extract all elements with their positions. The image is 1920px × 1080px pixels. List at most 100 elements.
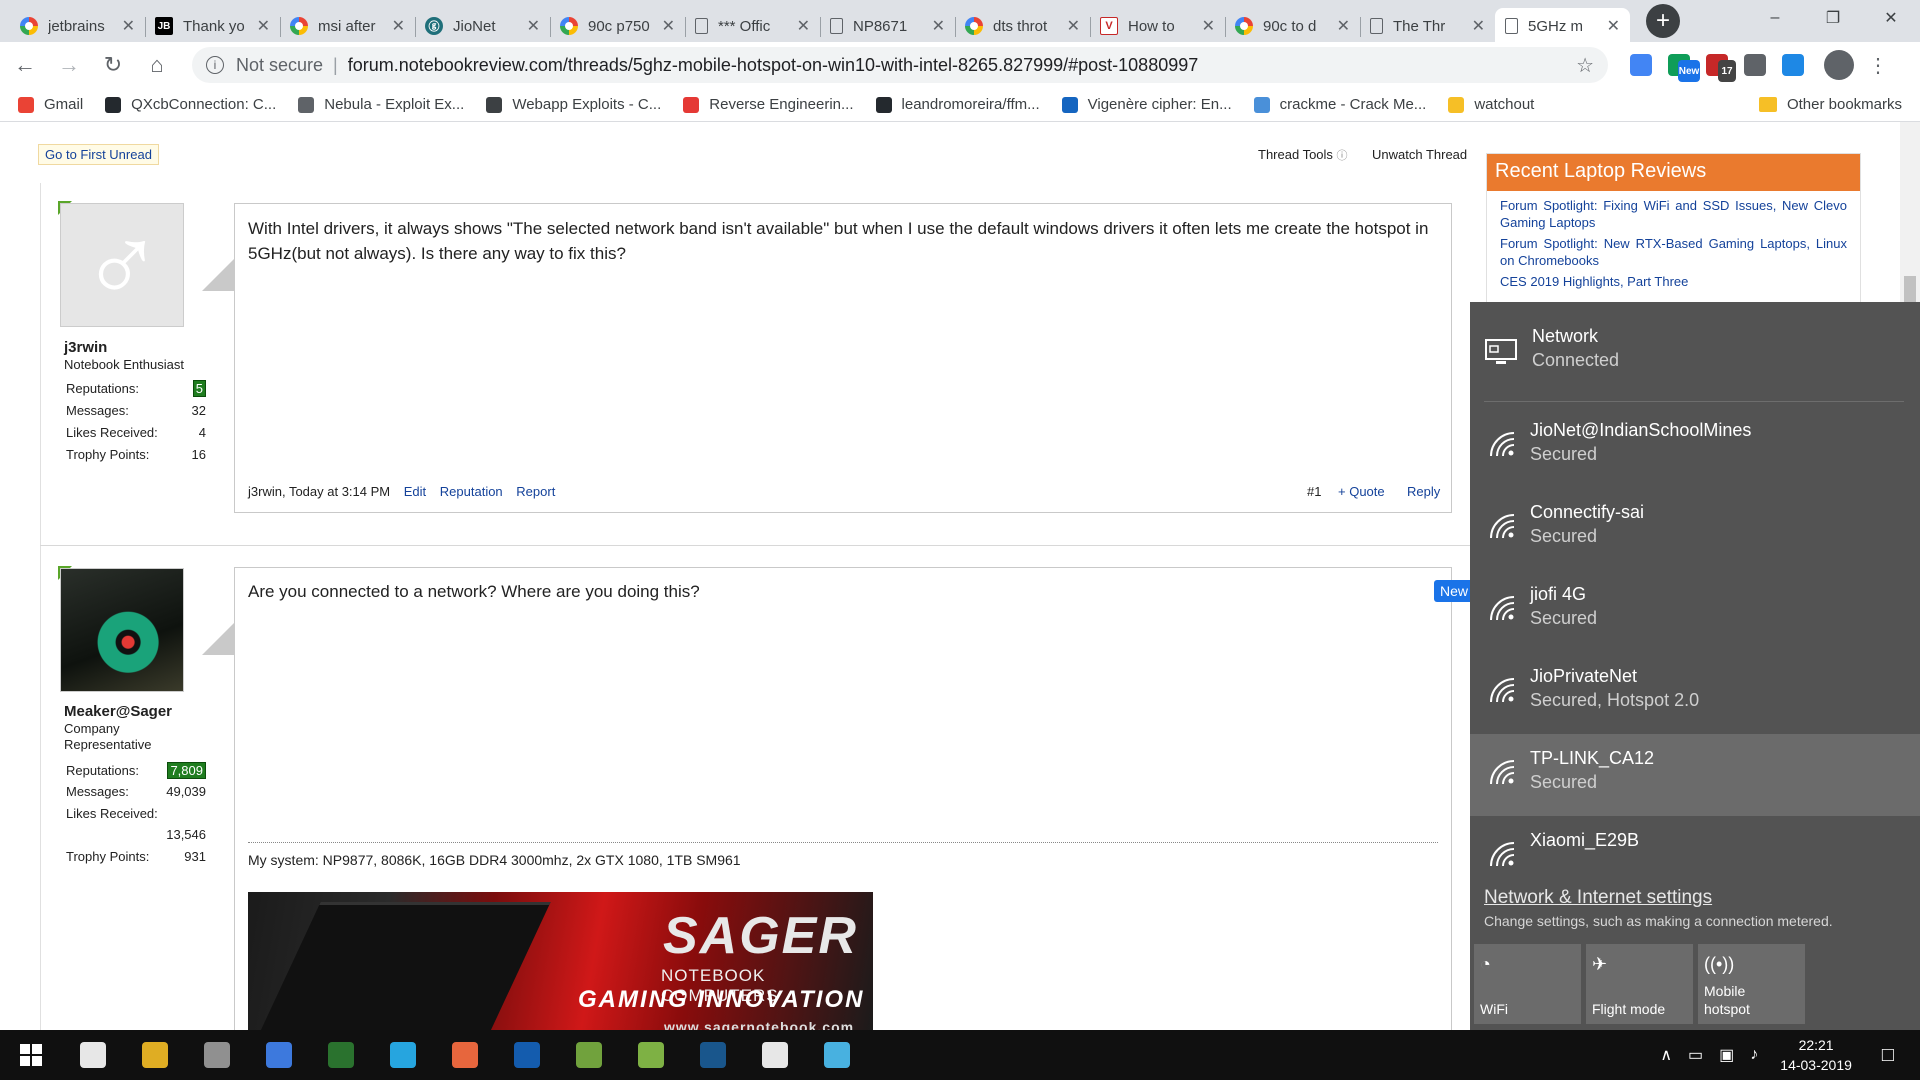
tab-close-icon[interactable]: ✕: [257, 16, 270, 36]
bookmark-item[interactable]: Vigenère cipher: En...: [1061, 96, 1232, 113]
bookmark-item[interactable]: watchout: [1448, 96, 1534, 113]
forward-button[interactable]: →: [50, 46, 88, 84]
info-icon[interactable]: i: [206, 56, 224, 74]
wifi-toggle-button[interactable]: ◔ WiFi: [1474, 944, 1581, 1024]
android-studio-taskbar-button[interactable]: [558, 1030, 620, 1080]
steam-taskbar-button[interactable]: [682, 1030, 744, 1080]
tab-close-icon[interactable]: ✕: [1472, 16, 1485, 36]
browser-tab[interactable]: msi after ✕: [280, 8, 415, 44]
edit-link[interactable]: Edit: [404, 484, 426, 499]
outlook-taskbar-button[interactable]: [496, 1030, 558, 1080]
wifi-network-item[interactable]: TP-LINK_CA12 Secured: [1470, 734, 1920, 816]
review-link[interactable]: Forum Spotlight: Fixing WiFi and SSD Iss…: [1487, 197, 1860, 231]
task-view-taskbar-button[interactable]: [62, 1030, 124, 1080]
earth-taskbar-button[interactable]: [310, 1030, 372, 1080]
report-link[interactable]: Report: [516, 484, 555, 499]
wifi-network-item[interactable]: Connectify-sai Secured: [1470, 488, 1920, 570]
tab-close-icon[interactable]: ✕: [1067, 16, 1080, 36]
reputation-link[interactable]: Reputation: [440, 484, 503, 499]
avatar[interactable]: [60, 568, 184, 692]
browser-tab[interactable]: NP8671 ✕: [820, 8, 955, 44]
reload-button[interactable]: ↻: [94, 46, 132, 84]
home-button[interactable]: ⌂: [138, 46, 176, 84]
file-explorer-taskbar-button[interactable]: [124, 1030, 186, 1080]
restore-button[interactable]: ❐: [1804, 0, 1862, 36]
browser-tab[interactable]: The Thr ✕: [1360, 8, 1495, 44]
bookmark-item[interactable]: Nebula - Exploit Ex...: [298, 96, 464, 113]
tab-close-icon[interactable]: ✕: [797, 16, 810, 36]
thread-tools-menu[interactable]: Thread Tools ⓘ: [1258, 147, 1348, 163]
tab-close-icon[interactable]: ✕: [527, 16, 540, 36]
close-window-button[interactable]: ✕: [1862, 0, 1920, 36]
flight-mode-button[interactable]: ✈ Flight mode: [1586, 944, 1693, 1024]
review-link[interactable]: Forum Spotlight: New RTX-Based Gaming La…: [1487, 235, 1860, 269]
store-taskbar-button[interactable]: [186, 1030, 248, 1080]
bookmark-item[interactable]: crackme - Crack Me...: [1253, 96, 1426, 113]
wifi-network-item[interactable]: Xiaomi_E29B: [1470, 816, 1920, 898]
volume-icon[interactable]: ♪: [1750, 1046, 1758, 1064]
start-button[interactable]: [0, 1030, 62, 1080]
menu-kebab-icon[interactable]: ⋮: [1868, 53, 1888, 78]
browser-tab[interactable]: ⓖ JioNet ✕: [415, 8, 550, 44]
browser-tab[interactable]: V How to ✕: [1090, 8, 1225, 44]
tab-close-icon[interactable]: ✕: [1202, 16, 1215, 36]
bookmark-item[interactable]: Gmail: [18, 96, 83, 113]
username[interactable]: Meaker@Sager: [64, 703, 172, 720]
ublock-extension-icon[interactable]: 17: [1706, 54, 1736, 82]
browser-tab[interactable]: dts throt ✕: [955, 8, 1090, 44]
browser-tab[interactable]: 90c p750 ✕: [550, 8, 685, 44]
reputation-value[interactable]: 5: [192, 380, 206, 397]
unwatch-thread-link[interactable]: Unwatch Thread: [1372, 147, 1467, 162]
connected-network[interactable]: Network Connected: [1470, 302, 1920, 402]
reply-label[interactable]: Reply: [1407, 484, 1440, 499]
tab-close-icon[interactable]: ✕: [932, 16, 945, 36]
dots-extension-icon[interactable]: [1744, 54, 1766, 76]
network-app-taskbar-button[interactable]: [372, 1030, 434, 1080]
wifi-network-item[interactable]: JioPrivateNet Secured, Hotspot 2.0: [1470, 652, 1920, 734]
clock[interactable]: 22:21 14-03-2019: [1780, 1035, 1852, 1075]
address-bar[interactable]: i Not secure | forum.notebookreview.com/…: [192, 47, 1608, 83]
new-tab-button[interactable]: +: [1646, 4, 1680, 38]
tab-close-icon[interactable]: ✕: [1337, 16, 1350, 36]
settings-taskbar-button[interactable]: [744, 1030, 806, 1080]
chrome-taskbar-button[interactable]: [248, 1030, 310, 1080]
bookmark-star-icon[interactable]: ☆: [1576, 53, 1594, 78]
first-unread-button[interactable]: Go to First Unread: [38, 144, 159, 165]
network-settings-link[interactable]: Network & Internet settings: [1484, 887, 1712, 909]
bookmark-item[interactable]: Webapp Exploits - C...: [486, 96, 661, 113]
bookmark-item[interactable]: QXcbConnection: C...: [105, 96, 276, 113]
tab-close-icon[interactable]: ✕: [1607, 16, 1620, 36]
bookmark-item[interactable]: leandromoreira/ffm...: [875, 96, 1040, 113]
translate-extension-icon[interactable]: [1630, 54, 1652, 76]
browser-tab[interactable]: 5GHz m ✕: [1495, 8, 1630, 44]
post-number[interactable]: #1: [1307, 484, 1321, 499]
quote-link[interactable]: + Quote: [1338, 484, 1385, 499]
minimize-button[interactable]: –: [1746, 0, 1804, 36]
battery-icon[interactable]: ▭: [1688, 1045, 1703, 1065]
tab-close-icon[interactable]: ✕: [392, 16, 405, 36]
avatar[interactable]: ♂: [60, 203, 184, 327]
sager-banner[interactable]: SAGER NOTEBOOK COMPUTERS GAMING INNOVATI…: [248, 892, 873, 1031]
profile-avatar[interactable]: [1824, 50, 1854, 80]
action-center-icon[interactable]: □: [1882, 1044, 1894, 1067]
browser-tab[interactable]: JB Thank yo ✕: [145, 8, 280, 44]
bookmark-item[interactable]: Reverse Engineerin...: [683, 96, 854, 113]
reputation-value[interactable]: 7,809: [167, 762, 206, 779]
other-bookmarks[interactable]: Other bookmarks: [1758, 96, 1902, 113]
review-link[interactable]: CES 2019 Highlights, Part Three: [1487, 273, 1860, 290]
globe-extension-icon[interactable]: [1782, 54, 1804, 76]
network-tray-icon[interactable]: ▣: [1719, 1045, 1734, 1065]
firefox-taskbar-button[interactable]: [434, 1030, 496, 1080]
wifi-network-item[interactable]: jiofi 4G Secured: [1470, 570, 1920, 652]
url-text[interactable]: forum.notebookreview.com/threads/5ghz-mo…: [348, 55, 1576, 76]
tray-overflow-icon[interactable]: ∧: [1660, 1045, 1672, 1065]
browser-tab[interactable]: jetbrains ✕: [10, 8, 145, 44]
mobile-hotspot-button[interactable]: ((•)) Mobile hotspot: [1698, 944, 1805, 1024]
browser-tab[interactable]: *** Offic ✕: [685, 8, 820, 44]
wifi-network-item[interactable]: JioNet@IndianSchoolMines Secured: [1470, 406, 1920, 488]
quote-label[interactable]: + Quote: [1338, 484, 1385, 499]
new-extension-icon[interactable]: New: [1668, 54, 1700, 82]
app-taskbar-button[interactable]: [806, 1030, 868, 1080]
back-button[interactable]: ←: [6, 46, 44, 84]
browser-tab[interactable]: 90c to d ✕: [1225, 8, 1360, 44]
